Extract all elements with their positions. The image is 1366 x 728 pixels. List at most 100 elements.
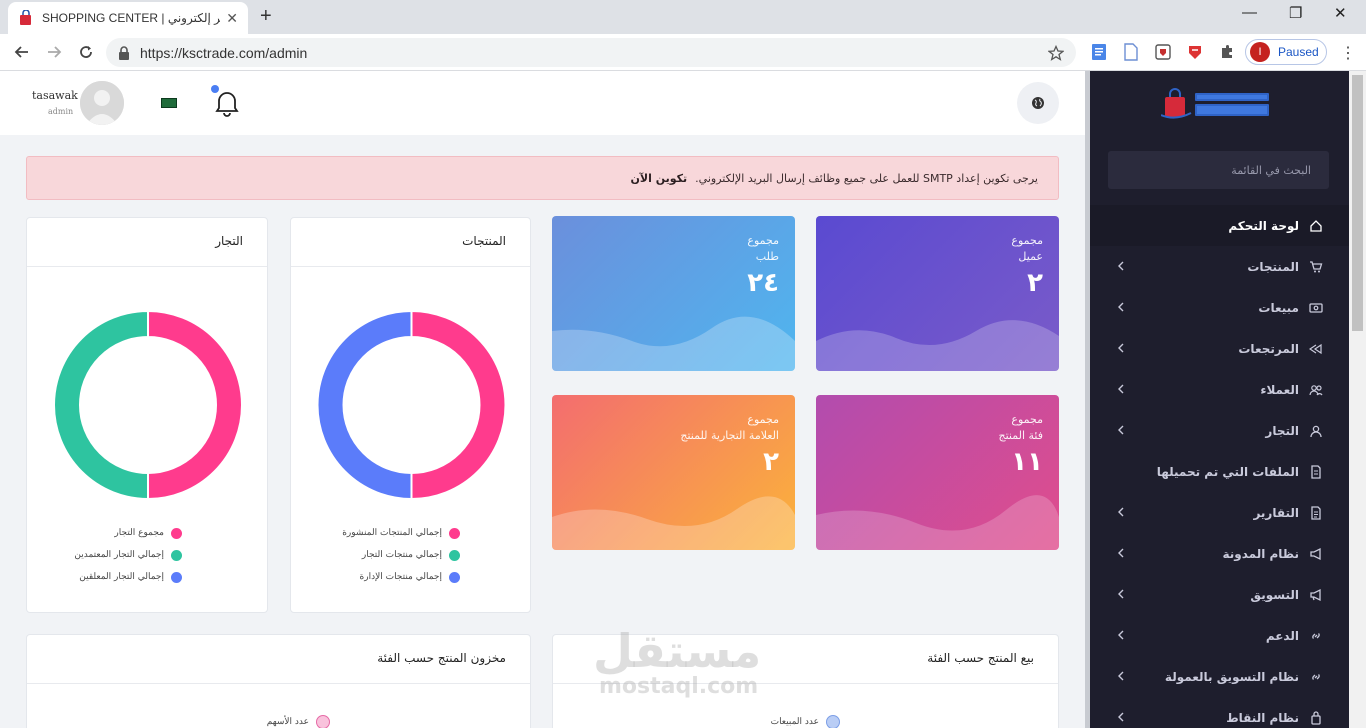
chevron-left-icon: [1114, 505, 1128, 519]
shopping-center-logo[interactable]: [1161, 87, 1271, 123]
window-minimize-button[interactable]: —: [1242, 4, 1257, 21]
sidebar-item-label: نظام التسويق بالعمولة: [1164, 669, 1299, 684]
bookmark-star-icon[interactable]: [1048, 44, 1064, 61]
browser-tab[interactable]: SHOPPING CENTER | متجر إلكتروني ✕: [8, 2, 248, 34]
watermark: مستقل mostaql.com: [593, 628, 761, 699]
watermark-arabic: مستقل: [593, 624, 762, 678]
merchants-legend: مجموع التجار إجمالي التجار المعتمدين إجم…: [74, 522, 182, 588]
stat-label: مجموع: [1011, 234, 1043, 247]
sidebar-item-label: المرتجعات: [1238, 341, 1299, 356]
wave-decoration: [816, 495, 1059, 550]
legend-label: إجمالي منتجات الإدارة: [359, 572, 442, 582]
notification-bell-icon[interactable]: [214, 89, 240, 117]
forward-button[interactable]: [42, 40, 66, 64]
avatar[interactable]: [80, 81, 124, 125]
legend-label: عدد الأسهم: [266, 717, 309, 727]
window-close-button[interactable]: ✕: [1334, 4, 1347, 22]
chevron-left-icon: [1114, 341, 1128, 355]
sales-legend: عدد المبيعات: [771, 711, 840, 728]
browser-menu-icon[interactable]: ⋮: [1340, 43, 1356, 63]
stat-card-customers[interactable]: مجموع عميل ٢: [816, 216, 1059, 371]
tab-close-icon[interactable]: ✕: [226, 10, 238, 27]
card-title: بيع المنتج حسب الفئة: [927, 651, 1034, 665]
back-arrow-icon: [14, 46, 28, 58]
window-maximize-button[interactable]: ❐: [1289, 4, 1302, 22]
sidebar-item-label: نظام النقاط: [1226, 710, 1299, 725]
stat-label: عميل: [1018, 250, 1043, 263]
new-tab-button[interactable]: +: [260, 5, 272, 28]
sidebar-item-label: لوحة التحكم: [1228, 218, 1299, 233]
legend-label: إجمالي التجار المعلقين: [79, 572, 164, 582]
stat-card-orders[interactable]: مجموع طلب ٢٤: [552, 216, 795, 371]
sidebar-item-label: الملفات التي تم تحميلها: [1156, 464, 1299, 479]
puzzle-extensions-icon[interactable]: [1217, 42, 1237, 62]
sidebar-item[interactable]: نظام المدونة: [1090, 533, 1349, 574]
sidebar-item[interactable]: نظام النقاط: [1090, 697, 1349, 728]
sidebar-item[interactable]: مبيعات: [1090, 287, 1349, 328]
stat-label: مجموع: [1011, 413, 1043, 426]
sidebar-item[interactable]: التقارير: [1090, 492, 1349, 533]
money-icon: [1309, 301, 1323, 315]
sidebar-item[interactable]: الملفات التي تم تحميلها: [1090, 451, 1349, 492]
sidebar-item[interactable]: نظام التسويق بالعمولة: [1090, 656, 1349, 697]
stock-legend: عدد الأسهم: [267, 711, 330, 728]
smtp-alert: يرجى تكوين إعداد SMTP للعمل على جميع وظا…: [26, 156, 1059, 200]
legend-swatch: [449, 527, 460, 539]
legend-label: مجموع التجار: [114, 528, 164, 538]
donut-slice[interactable]: [316, 309, 413, 501]
donut-slice[interactable]: [53, 309, 149, 501]
browser-scrollbar-thumb[interactable]: [1352, 75, 1363, 331]
sidebar-item-label: نظام المدونة: [1222, 546, 1299, 561]
sidebar-item[interactable]: المرتجعات: [1090, 328, 1349, 369]
red-shield-extension-icon[interactable]: [1185, 42, 1205, 62]
card-title: المنتجات: [462, 234, 506, 248]
products-card: المنتجات إجمالي المنتجات المنشورة إجمالي…: [290, 217, 531, 613]
reload-button[interactable]: [74, 40, 98, 64]
sidebar-item[interactable]: لوحة التحكم: [1090, 205, 1349, 246]
wave-decoration: [552, 496, 795, 550]
stat-label: فئة المنتج: [998, 429, 1043, 442]
docs-extension-icon[interactable]: [1089, 42, 1109, 62]
chevron-left-icon: [1114, 628, 1128, 642]
legend-swatch: [171, 527, 182, 539]
configure-now-link[interactable]: تكوين الآن: [631, 172, 688, 185]
sidebar: البحث في القائمة لوحة التحكم المنتجات مبيع…: [1090, 71, 1349, 728]
stat-card-categories[interactable]: مجموع فئة المنتج ١١: [816, 395, 1059, 550]
address-bar[interactable]: https://ksctrade.com/admin: [106, 38, 1076, 67]
stat-label: مجموع: [747, 413, 779, 426]
divider: [27, 683, 530, 684]
menu-search-placeholder: البحث في القائمة: [1231, 163, 1311, 177]
profile-status: Paused: [1278, 45, 1319, 59]
sidebar-item[interactable]: الدعم: [1090, 615, 1349, 656]
stat-card-brands[interactable]: مجموع العلامة التجارية للمنتج ٢: [552, 395, 795, 550]
legend-item: إجمالي المنتجات المنشورة: [342, 522, 460, 544]
language-flag-icon[interactable]: [161, 98, 177, 108]
shield-extension-icon[interactable]: [1153, 42, 1173, 62]
merchants-donut-chart: [53, 309, 243, 501]
chevron-left-icon: [1114, 259, 1128, 273]
divider: [291, 266, 530, 267]
user-icon: [1309, 424, 1323, 438]
donut-slice[interactable]: [410, 309, 507, 501]
legend-swatch: [449, 549, 460, 561]
file-extension-icon[interactable]: [1121, 42, 1141, 62]
sidebar-item[interactable]: التجار: [1090, 410, 1349, 451]
legend-label: إجمالي منتجات التجار: [361, 550, 442, 560]
visit-website-button[interactable]: [1017, 82, 1059, 124]
legend-item: عدد المبيعات: [771, 711, 840, 728]
sidebar-item-label: مبيعات: [1258, 300, 1299, 315]
chevron-left-icon: [1114, 587, 1128, 601]
divider: [27, 266, 267, 267]
profile-button[interactable]: I Paused: [1245, 39, 1327, 65]
back-button[interactable]: [10, 40, 34, 64]
legend-label: عدد المبيعات: [770, 717, 819, 727]
donut-slice[interactable]: [147, 309, 243, 501]
sidebar-item[interactable]: العملاء: [1090, 369, 1349, 410]
forward-arrow-icon: [48, 46, 62, 58]
sidebar-item[interactable]: التسويق: [1090, 574, 1349, 615]
products-donut-chart: [316, 309, 507, 501]
menu-search-input[interactable]: البحث في القائمة: [1108, 151, 1329, 189]
notification-dot: [211, 85, 219, 93]
chevron-left-icon: [1114, 710, 1128, 724]
sidebar-item[interactable]: المنتجات: [1090, 246, 1349, 287]
